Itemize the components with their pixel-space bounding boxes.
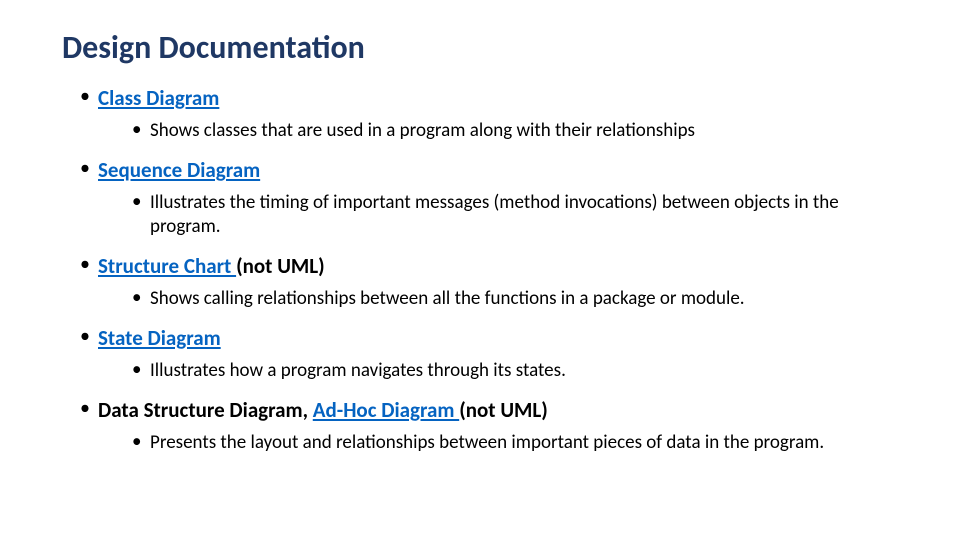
topic-heading: Class Diagram <box>98 85 900 111</box>
topic-link[interactable]: State Diagram <box>98 325 221 351</box>
topic-desc: Presents the layout and relationships be… <box>132 431 900 455</box>
topic-desc: Shows classes that are used in a program… <box>132 119 900 143</box>
topic-class-diagram: Class Diagram Shows classes that are use… <box>80 85 900 143</box>
topic-link[interactable]: Sequence Diagram <box>98 157 260 183</box>
topic-sublist: Illustrates how a program navigates thro… <box>98 359 900 383</box>
topic-prefix: Data Structure Diagram, <box>98 397 313 423</box>
topic-sublist: Shows calling relationships between all … <box>98 287 900 311</box>
topic-heading: Data Structure Diagram, Ad-Hoc Diagram (… <box>98 397 900 423</box>
topic-heading: State Diagram <box>98 325 900 351</box>
topic-suffix: (not UML) <box>459 397 548 423</box>
topic-structure-chart: Structure Chart (not UML) Shows calling … <box>80 253 900 311</box>
slide-title: Design Documentation <box>62 28 960 67</box>
topic-desc: Shows calling relationships between all … <box>132 287 900 311</box>
topic-sequence-diagram: Sequence Diagram Illustrates the timing … <box>80 157 900 239</box>
topic-sublist: Presents the layout and relationships be… <box>98 431 900 455</box>
topic-sublist: Shows classes that are used in a program… <box>98 119 900 143</box>
topic-sublist: Illustrates the timing of important mess… <box>98 191 900 239</box>
topic-desc: Illustrates the timing of important mess… <box>132 191 900 239</box>
topic-link[interactable]: Class Diagram <box>98 85 219 111</box>
topics-list: Class Diagram Shows classes that are use… <box>80 85 900 455</box>
topic-state-diagram: State Diagram Illustrates how a program … <box>80 325 900 383</box>
topic-link[interactable]: Structure Chart <box>98 253 236 279</box>
topic-desc: Illustrates how a program navigates thro… <box>132 359 900 383</box>
topic-heading: Sequence Diagram <box>98 157 900 183</box>
topic-data-structure-diagram: Data Structure Diagram, Ad-Hoc Diagram (… <box>80 397 900 455</box>
topic-suffix: (not UML) <box>236 253 325 279</box>
topic-heading: Structure Chart (not UML) <box>98 253 900 279</box>
topic-link[interactable]: Ad-Hoc Diagram <box>313 397 459 423</box>
